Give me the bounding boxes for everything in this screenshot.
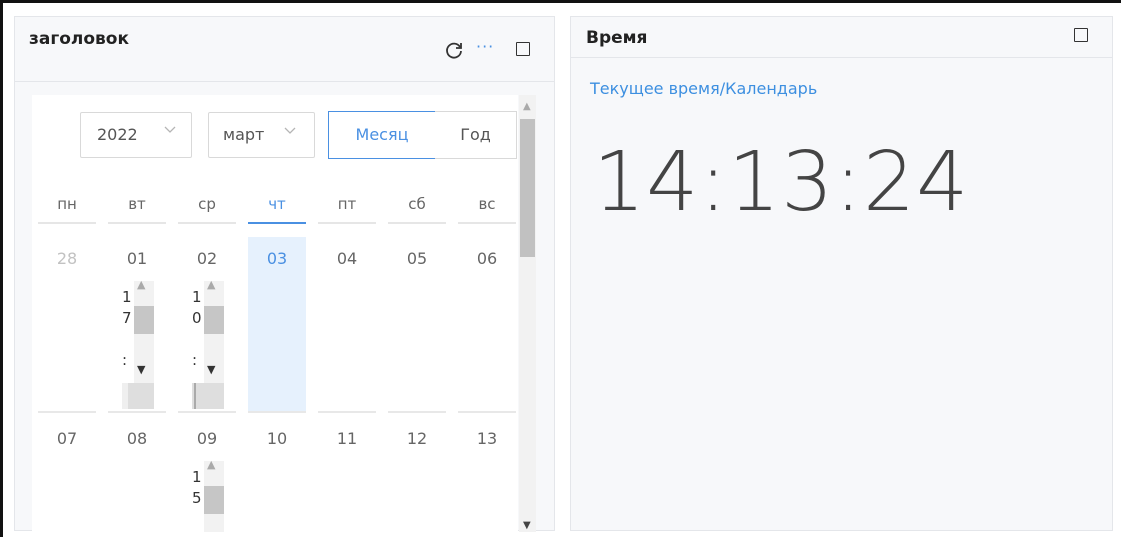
event-text: 1 7 : [122, 288, 132, 369]
weekday-header: вс [478, 195, 496, 213]
scroll-up-icon[interactable]: ▲ [137, 278, 145, 291]
divider [38, 222, 96, 224]
day-number: 12 [406, 429, 428, 448]
day-number: 28 [56, 249, 78, 268]
day-cell[interactable]: 28 [38, 237, 96, 412]
day-number: 10 [266, 429, 288, 448]
divider [108, 411, 166, 413]
horizontal-scrollbar[interactable] [192, 383, 224, 409]
day-cell[interactable]: 09 1 5 : ▲ ▼ [178, 417, 236, 532]
month-select[interactable]: март [208, 112, 315, 158]
card-header: Время [571, 17, 1112, 58]
scroll-up-icon[interactable]: ▲ [523, 101, 531, 112]
scroll-up-icon[interactable]: ▲ [207, 458, 215, 471]
maximize-icon[interactable] [516, 42, 530, 56]
event-text: 1 5 : [192, 468, 202, 532]
divider [178, 411, 236, 413]
divider [38, 411, 96, 413]
scroll-down-icon[interactable]: ▼ [207, 363, 215, 376]
day-cell[interactable]: 13 [458, 417, 516, 532]
card-title: Время [586, 28, 648, 48]
divider [458, 222, 516, 224]
clock-widget-card: Время Текущее время/Календарь 14:13:24 [570, 16, 1113, 531]
calendar-panel: 2022 март Месяц Год пн вт ср чт пт сб вс [32, 95, 518, 532]
scrollbar-thumb[interactable] [134, 306, 154, 334]
divider [178, 222, 236, 224]
day-cell[interactable]: 12 [388, 417, 446, 532]
day-number: 07 [56, 429, 78, 448]
divider [388, 411, 446, 413]
calendar-widget-card: заголовок ··· 2022 март Месяц Год пн вт [14, 16, 555, 532]
scrollbar-thumb[interactable] [122, 383, 128, 409]
day-number: 03 [266, 249, 288, 268]
day-cell[interactable]: 01 1 7 : ▲ ▼ [108, 237, 166, 412]
weekday-header: ср [198, 195, 216, 213]
weekday-header: пт [337, 195, 357, 213]
day-cell[interactable]: 06 [458, 237, 516, 412]
scroll-down-icon[interactable]: ▼ [137, 363, 145, 376]
divider [318, 411, 376, 413]
digital-clock: 14:13:24 [593, 135, 970, 230]
year-select[interactable]: 2022 [80, 112, 192, 158]
year-select-value: 2022 [97, 125, 138, 144]
scroll-up-icon[interactable]: ▲ [207, 278, 215, 291]
current-time-calendar-link[interactable]: Текущее время/Календарь [590, 79, 817, 98]
card-title: заголовок [29, 29, 130, 49]
calendar-scrollbar[interactable]: ▲ ▼ [519, 95, 536, 532]
scrollbar-thumb[interactable] [194, 383, 196, 409]
day-number: 13 [476, 429, 498, 448]
day-cell-today[interactable]: 03 [248, 237, 306, 412]
day-number: 02 [196, 249, 218, 268]
weekday-header: сб [408, 195, 426, 213]
day-cell[interactable]: 07 [38, 417, 96, 532]
event-list[interactable]: 1 5 : ▲ ▼ [192, 458, 228, 532]
today-indicator [248, 222, 306, 224]
scrollbar-thumb[interactable] [204, 486, 224, 514]
day-cell[interactable]: 08 [108, 417, 166, 532]
chevron-down-icon [283, 123, 297, 141]
weekday-header: пн [57, 195, 77, 213]
maximize-icon[interactable] [1074, 28, 1088, 42]
chevron-down-icon [163, 122, 177, 140]
scrollbar-thumb[interactable] [204, 306, 224, 334]
card-header: заголовок ··· [15, 17, 554, 82]
weekday-header-today: чт [268, 195, 286, 213]
day-cell[interactable]: 10 [248, 417, 306, 532]
day-cell[interactable]: 11 [318, 417, 376, 532]
window-left-border [0, 0, 3, 537]
year-mode-button[interactable]: Год [435, 111, 517, 159]
day-number: 06 [476, 249, 498, 268]
divider [458, 411, 516, 413]
day-number: 01 [126, 249, 148, 268]
day-number: 05 [406, 249, 428, 268]
event-list[interactable]: 1 0 : ▲ ▼ [192, 278, 228, 411]
day-number: 04 [336, 249, 358, 268]
event-text: 1 0 : [192, 288, 202, 369]
day-cell[interactable]: 04 [318, 237, 376, 412]
scrollbar-thumb[interactable] [520, 119, 535, 257]
window-top-border [0, 0, 1121, 3]
refresh-icon[interactable] [443, 39, 465, 61]
month-mode-button[interactable]: Месяц [328, 111, 436, 159]
day-cell[interactable]: 05 [388, 237, 446, 412]
event-list[interactable]: 1 7 : ▲ ▼ [122, 278, 158, 411]
divider [108, 222, 166, 224]
month-select-value: март [223, 125, 265, 144]
day-cell[interactable]: 02 1 0 : ▲ ▼ [178, 237, 236, 412]
divider [248, 411, 306, 413]
divider [388, 222, 446, 224]
day-number: 08 [126, 429, 148, 448]
more-icon[interactable]: ··· [476, 37, 494, 56]
divider [318, 222, 376, 224]
day-number: 11 [336, 429, 358, 448]
scroll-down-icon[interactable]: ▼ [523, 520, 531, 531]
day-number: 09 [196, 429, 218, 448]
weekday-header: вт [128, 195, 146, 213]
